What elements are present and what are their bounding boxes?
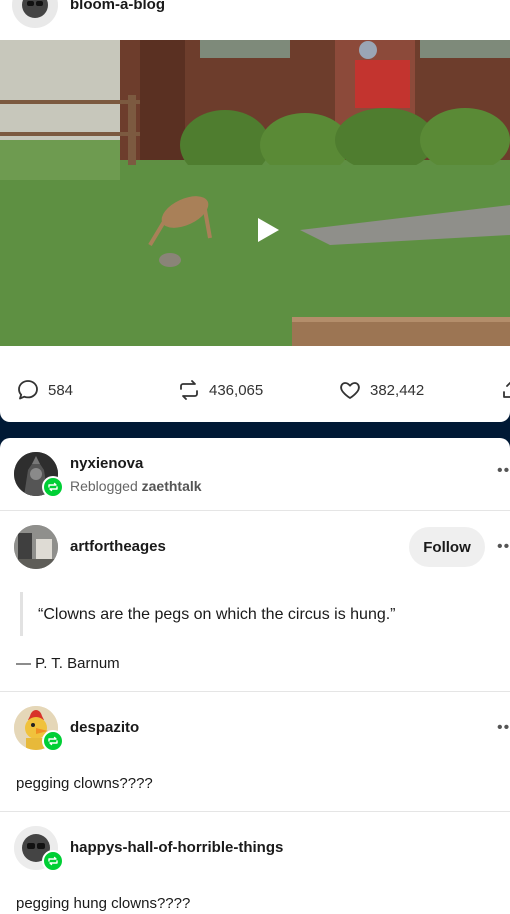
share-button[interactable] — [500, 378, 510, 402]
divider — [0, 691, 510, 692]
follow-button[interactable]: Follow — [409, 527, 485, 567]
blog-name[interactable]: bloom-a-blog — [70, 0, 165, 13]
reply-count: 584 — [48, 381, 74, 399]
reblogged-label: Reblogged — [70, 478, 138, 494]
thread-user-3[interactable]: happys-hall-of-horrible-things — [70, 839, 283, 856]
video-thumbnail — [0, 40, 510, 346]
thread-text-3: pegging hung clowns???? — [16, 895, 191, 912]
reblog-badge — [42, 850, 64, 872]
reblog-icon — [48, 736, 58, 746]
more-options-icon[interactable]: •• — [497, 719, 510, 737]
play-icon[interactable] — [258, 218, 279, 242]
quote-text: “Clowns are the pegs on which the circus… — [38, 606, 396, 623]
thread-user-2[interactable]: despazito — [70, 719, 139, 736]
reblog-icon — [180, 380, 198, 400]
sunglasses-face-icon — [22, 0, 48, 18]
post-card-top: bloom-a-blog 584 436,065 382,442 — [0, 0, 510, 422]
avatar-image — [14, 525, 58, 569]
quote-bar — [20, 592, 23, 636]
comment-icon — [18, 380, 38, 400]
reblog-count: 436,065 — [209, 381, 264, 399]
share-icon — [503, 381, 510, 398]
reblog-badge — [42, 730, 64, 752]
quote-attribution: — P. T. Barnum — [16, 655, 120, 672]
reblogged-from-blog[interactable]: zaethtalk — [142, 478, 202, 494]
blog-avatar[interactable] — [12, 0, 58, 28]
avatar-artfortheages[interactable] — [14, 525, 58, 569]
post-card-reblog: nyxienova Reblogged zaethtalk •• artfort… — [0, 438, 510, 914]
reply-button[interactable]: 584 — [16, 378, 73, 402]
reblog-button[interactable]: 436,065 — [177, 378, 263, 402]
heart-icon — [340, 382, 360, 399]
like-button[interactable]: 382,442 — [338, 378, 424, 402]
divider — [0, 811, 510, 812]
post-header: bloom-a-blog — [0, 0, 510, 40]
divider — [0, 510, 510, 511]
reblog-icon — [48, 856, 58, 866]
post-actions: 584 436,065 382,442 — [0, 364, 510, 416]
more-options-icon[interactable]: •• — [497, 462, 510, 480]
like-count: 382,442 — [370, 381, 425, 399]
reblog-icon — [48, 482, 58, 492]
reblog-badge — [42, 476, 64, 498]
thread-text-2: pegging clowns???? — [16, 775, 153, 792]
thread-user-1[interactable]: artfortheages — [70, 538, 166, 555]
video-player[interactable] — [0, 40, 510, 346]
reblogged-from: Reblogged zaethtalk — [70, 478, 202, 494]
more-options-icon[interactable]: •• — [497, 538, 510, 556]
reblogger-name[interactable]: nyxienova — [70, 455, 143, 472]
